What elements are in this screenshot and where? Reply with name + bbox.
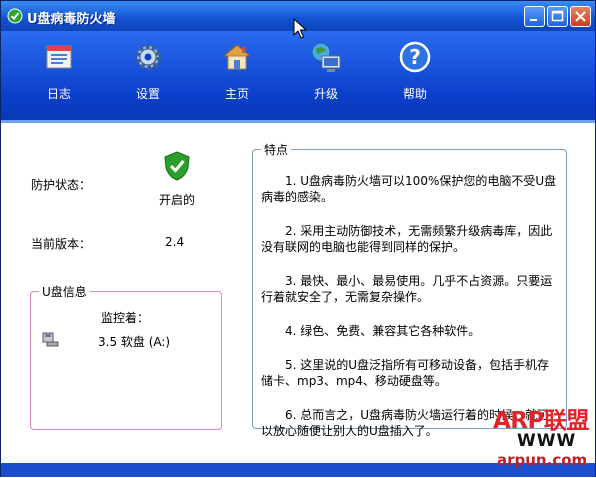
shield-check-icon — [164, 151, 190, 181]
upgrade-icon — [311, 42, 341, 72]
close-icon — [575, 11, 586, 22]
watermark: ARP联盟 WWW arpun.com — [493, 399, 596, 478]
monitored-drive: 3.5 软盘 (A:) — [98, 335, 171, 349]
feature-item: 5. 这里说的U盘泛指所有可移动设备，包括手机存储卡、mp3、mp4、移动硬盘等… — [261, 358, 550, 388]
usb-info-legend: U盘信息 — [39, 283, 90, 300]
watermark-line3: arpun.com — [497, 451, 588, 469]
app-window: U盘病毒防火墙 日志 设置 主页 升级 ? 帮助 防护状态： 开启的 当前版本：… — [0, 0, 596, 477]
protection-status-label: 防护状态： — [31, 178, 92, 192]
shield-check-icon — [7, 8, 23, 24]
close-button[interactable] — [570, 6, 591, 27]
svg-text:?: ? — [409, 45, 421, 69]
toolbar-home-button[interactable]: 主页 — [205, 39, 269, 109]
usb-info-group: U盘信息 监控着： 3.5 软盘 (A:) — [30, 283, 222, 430]
features-legend: 特点 — [261, 141, 292, 158]
help-icon: ? — [399, 41, 431, 73]
toolbar-help-label: 帮助 — [402, 87, 427, 101]
floppy-drive-icon — [42, 332, 59, 347]
mouse-cursor-icon — [293, 18, 307, 39]
toolbar-help-button[interactable]: ? 帮助 — [383, 39, 447, 109]
toolbar: 日志 设置 主页 升级 ? 帮助 — [1, 31, 595, 123]
feature-item: 1. U盘病毒防火墙可以100%保护您的电脑不受U盘病毒的感染。 — [261, 174, 557, 204]
toolbar-divider — [1, 120, 595, 123]
maximize-button[interactable] — [547, 6, 568, 27]
protection-status-value: 开启的 — [159, 193, 196, 207]
toolbar-upgrade-button[interactable]: 升级 — [294, 39, 358, 109]
minimize-button[interactable] — [524, 6, 545, 27]
feature-item: 4. 绿色、免费、兼容其它各种软件。 — [285, 324, 481, 338]
toolbar-log-label: 日志 — [46, 87, 71, 101]
feature-item: 3. 最快、最小、最易使用。几乎不占资源。只要运行着就安全了，无需复杂操作。 — [261, 274, 553, 304]
window-title: U盘病毒防火墙 — [27, 12, 116, 27]
version-value: 2.4 — [165, 235, 185, 249]
toolbar-settings-button[interactable]: 设置 — [116, 39, 180, 109]
toolbar-settings-label: 设置 — [135, 87, 160, 101]
toolbar-log-button[interactable]: 日志 — [27, 39, 91, 109]
monitor-label: 监控着： — [101, 311, 150, 325]
maximize-icon — [551, 10, 564, 22]
watermark-line1: ARP联盟 — [493, 408, 589, 434]
toolbar-home-label: 主页 — [224, 87, 249, 101]
minimize-icon — [530, 19, 537, 21]
version-label: 当前版本： — [31, 237, 92, 251]
watermark-line2: WWW — [517, 431, 577, 451]
gear-icon — [134, 43, 162, 71]
log-icon — [46, 45, 72, 69]
home-icon — [222, 44, 252, 70]
toolbar-upgrade-label: 升级 — [313, 87, 338, 101]
feature-item: 2. 采用主动防御技术，无需频繁升级病毒库，因此没有联网的电脑也能得到同样的保护… — [261, 224, 553, 254]
